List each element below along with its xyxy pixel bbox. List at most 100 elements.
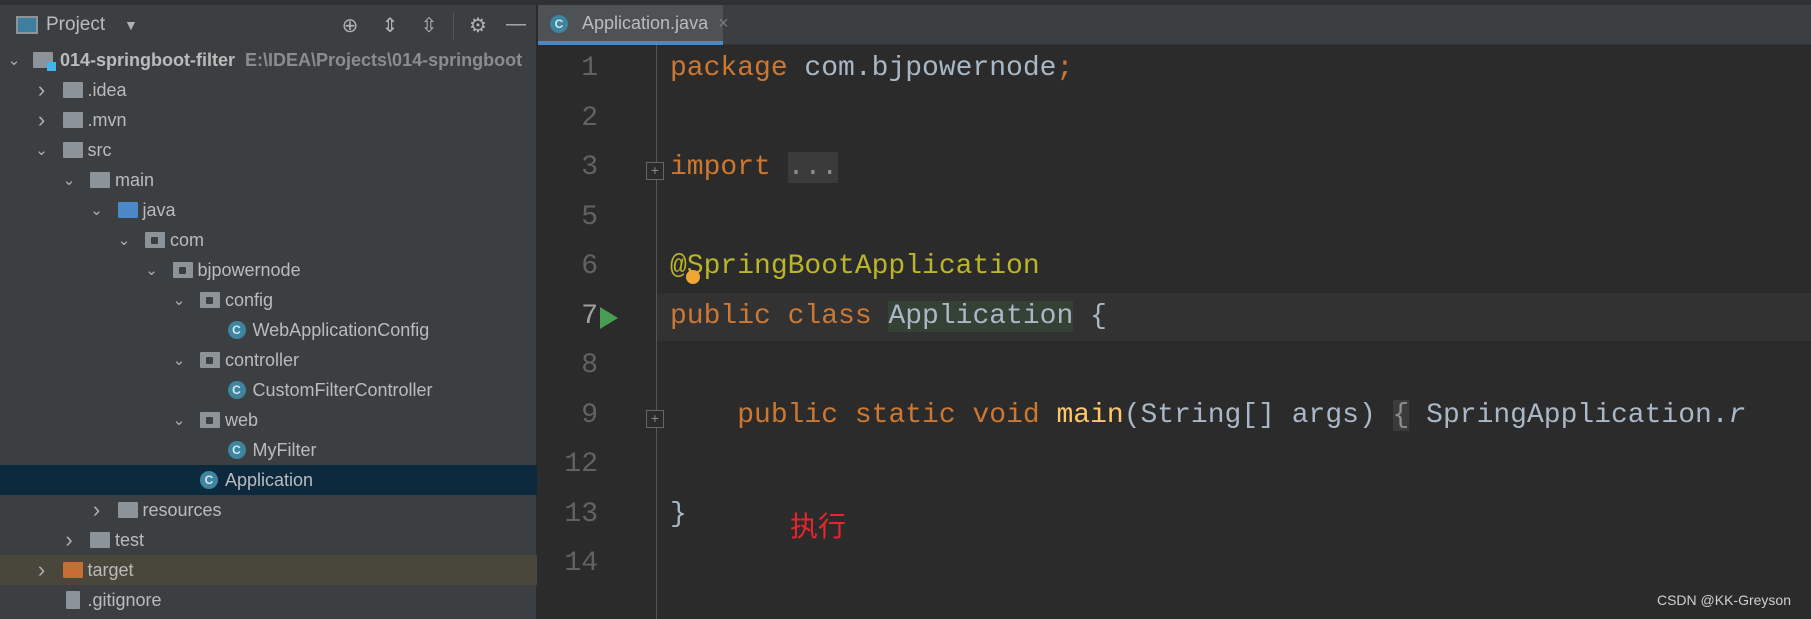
package-icon xyxy=(200,352,220,368)
tree-item-label: controller xyxy=(225,349,300,370)
tab-application-java[interactable]: C Application.java × xyxy=(538,5,729,45)
tree-item[interactable]: › .idea xyxy=(0,75,537,105)
folder-icon xyxy=(62,112,83,128)
line-number: 12 xyxy=(564,449,598,480)
tree-item[interactable]: C WebApplicationConfig xyxy=(0,315,537,345)
chevron-down-icon[interactable]: ⌄ xyxy=(7,51,21,69)
folder-icon xyxy=(117,502,138,518)
tree-item-label: .gitignore xyxy=(87,589,162,610)
tree-item-label: Application xyxy=(225,469,314,490)
collapse-all-icon[interactable]: ⇳ xyxy=(416,13,442,38)
tree-item[interactable]: › test xyxy=(0,525,537,555)
class-icon: C xyxy=(227,321,246,339)
code-line[interactable]: public class Application { xyxy=(670,300,1107,332)
divider xyxy=(453,13,454,39)
tab-label: Application.java xyxy=(582,12,709,33)
line-number: 2 xyxy=(581,102,598,134)
chevron-down-icon[interactable]: ⌄ xyxy=(172,411,186,429)
tree-item[interactable]: ⌄ java xyxy=(0,195,537,225)
tree-item-label: resources xyxy=(142,499,222,520)
run-icon[interactable] xyxy=(600,307,618,329)
tree-item-label: java xyxy=(142,199,176,220)
chevron-right-icon[interactable]: › xyxy=(35,107,49,133)
chevron-down-icon[interactable]: ⌄ xyxy=(145,261,159,279)
package-icon xyxy=(145,232,165,248)
module-name: 014-springboot-filter xyxy=(60,49,236,70)
spring-class-icon: C xyxy=(550,15,568,33)
chevron-down-icon[interactable]: ⌄ xyxy=(117,231,131,249)
tree-item-label: target xyxy=(87,559,134,580)
chevron-down-icon[interactable]: ⌄ xyxy=(90,201,104,219)
chevron-right-icon[interactable]: › xyxy=(90,497,104,523)
line-number: 13 xyxy=(564,498,598,530)
tree-item[interactable]: C Application xyxy=(0,465,537,495)
code-line[interactable]: @SpringBootApplication xyxy=(670,251,1040,282)
tree-item[interactable]: ⌄ controller xyxy=(0,345,537,375)
code-line[interactable]: } xyxy=(670,499,687,530)
folder-icon xyxy=(117,202,138,218)
locate-icon[interactable]: ⊕ xyxy=(337,13,363,38)
gear-icon[interactable]: ⚙ xyxy=(465,13,491,38)
fold-expand-icon[interactable]: + xyxy=(646,409,664,428)
tree-item-label: CustomFilterController xyxy=(252,379,433,400)
tree-item[interactable]: C MyFilter xyxy=(0,435,537,465)
tree-item-label: MyFilter xyxy=(252,439,317,460)
chevron-right-icon[interactable]: › xyxy=(62,527,76,553)
folder-icon xyxy=(62,562,83,578)
line-number: 6 xyxy=(581,251,598,282)
root-label: 014-springboot-filter E:\IDEA\Projects\01… xyxy=(60,50,522,71)
watermark: CSDN @KK-Greyson xyxy=(1656,592,1791,608)
tree-item[interactable]: ⌄ src xyxy=(0,135,537,165)
chevron-down-icon[interactable]: ⌄ xyxy=(62,171,76,189)
tree-item[interactable]: › target xyxy=(0,555,537,585)
tree-item[interactable]: › .mvn xyxy=(0,105,537,135)
chevron-down-icon[interactable]: ⌄ xyxy=(172,291,186,309)
tree-item[interactable]: ⌄ web xyxy=(0,405,537,435)
project-view-icon xyxy=(16,16,38,34)
class-icon: C xyxy=(227,441,246,459)
project-view-selector[interactable]: Project xyxy=(46,14,105,36)
chevron-down-icon[interactable]: ▼ xyxy=(124,17,138,33)
folder-icon xyxy=(90,172,110,188)
tree-item[interactable]: ⌄ config xyxy=(0,285,537,315)
line-number: 5 xyxy=(581,201,598,233)
close-icon[interactable]: × xyxy=(718,13,729,34)
tree-root[interactable]: ⌄ 014-springboot-filter E:\IDEA\Projects\… xyxy=(0,45,537,75)
tree-item[interactable]: ⌄ com xyxy=(0,225,537,255)
tree-item[interactable]: ⌄ bjpowernode xyxy=(0,255,537,285)
fold-expand-icon[interactable]: + xyxy=(646,162,664,180)
code-line[interactable]: import ... xyxy=(670,152,839,183)
module-folder-icon xyxy=(33,52,56,71)
tree-item-label: WebApplicationConfig xyxy=(252,319,430,340)
tree-item[interactable]: C CustomFilterController xyxy=(0,375,537,405)
class-icon: C xyxy=(227,381,246,399)
spring-class-icon: C xyxy=(200,471,218,489)
file-icon xyxy=(65,591,80,609)
package-icon xyxy=(200,292,220,308)
line-number: 8 xyxy=(581,350,598,381)
chevron-down-icon[interactable]: ⌄ xyxy=(172,351,186,369)
code-line[interactable]: package com.bjpowernode; xyxy=(670,53,1073,84)
minimize-icon[interactable]: — xyxy=(503,13,529,36)
package-icon xyxy=(172,262,193,278)
chevron-right-icon[interactable]: › xyxy=(35,557,49,583)
tree-item-label: bjpowernode xyxy=(197,259,301,280)
lightbulb-icon[interactable] xyxy=(686,270,700,284)
tree-item[interactable]: ⌄ main xyxy=(0,165,537,195)
code-editor[interactable]: 1 package com.bjpowernode; 2 3 import ... +5 6… xyxy=(538,45,1811,619)
code-line[interactable]: public static void main(String[] args) {… xyxy=(670,399,1745,431)
line-number: 14 xyxy=(564,548,598,579)
tree-item[interactable]: .gitignore xyxy=(0,585,537,615)
line-number: 3 xyxy=(581,152,598,183)
expand-all-icon[interactable]: ⇕ xyxy=(377,13,403,38)
tree-item[interactable]: › resources xyxy=(0,495,537,525)
chevron-right-icon[interactable]: › xyxy=(35,77,49,103)
tree-item-label: .mvn xyxy=(87,109,127,130)
tree-item-label: .idea xyxy=(87,79,127,100)
folder-icon xyxy=(62,142,83,158)
folder-icon xyxy=(90,532,110,548)
chevron-down-icon[interactable]: ⌄ xyxy=(35,141,49,159)
line-number: 1 xyxy=(581,53,598,84)
tree-item-label: com xyxy=(170,229,205,250)
project-panel-header: Project ▼ ⊕ ⇕ ⇳ ⚙ — xyxy=(0,5,537,45)
